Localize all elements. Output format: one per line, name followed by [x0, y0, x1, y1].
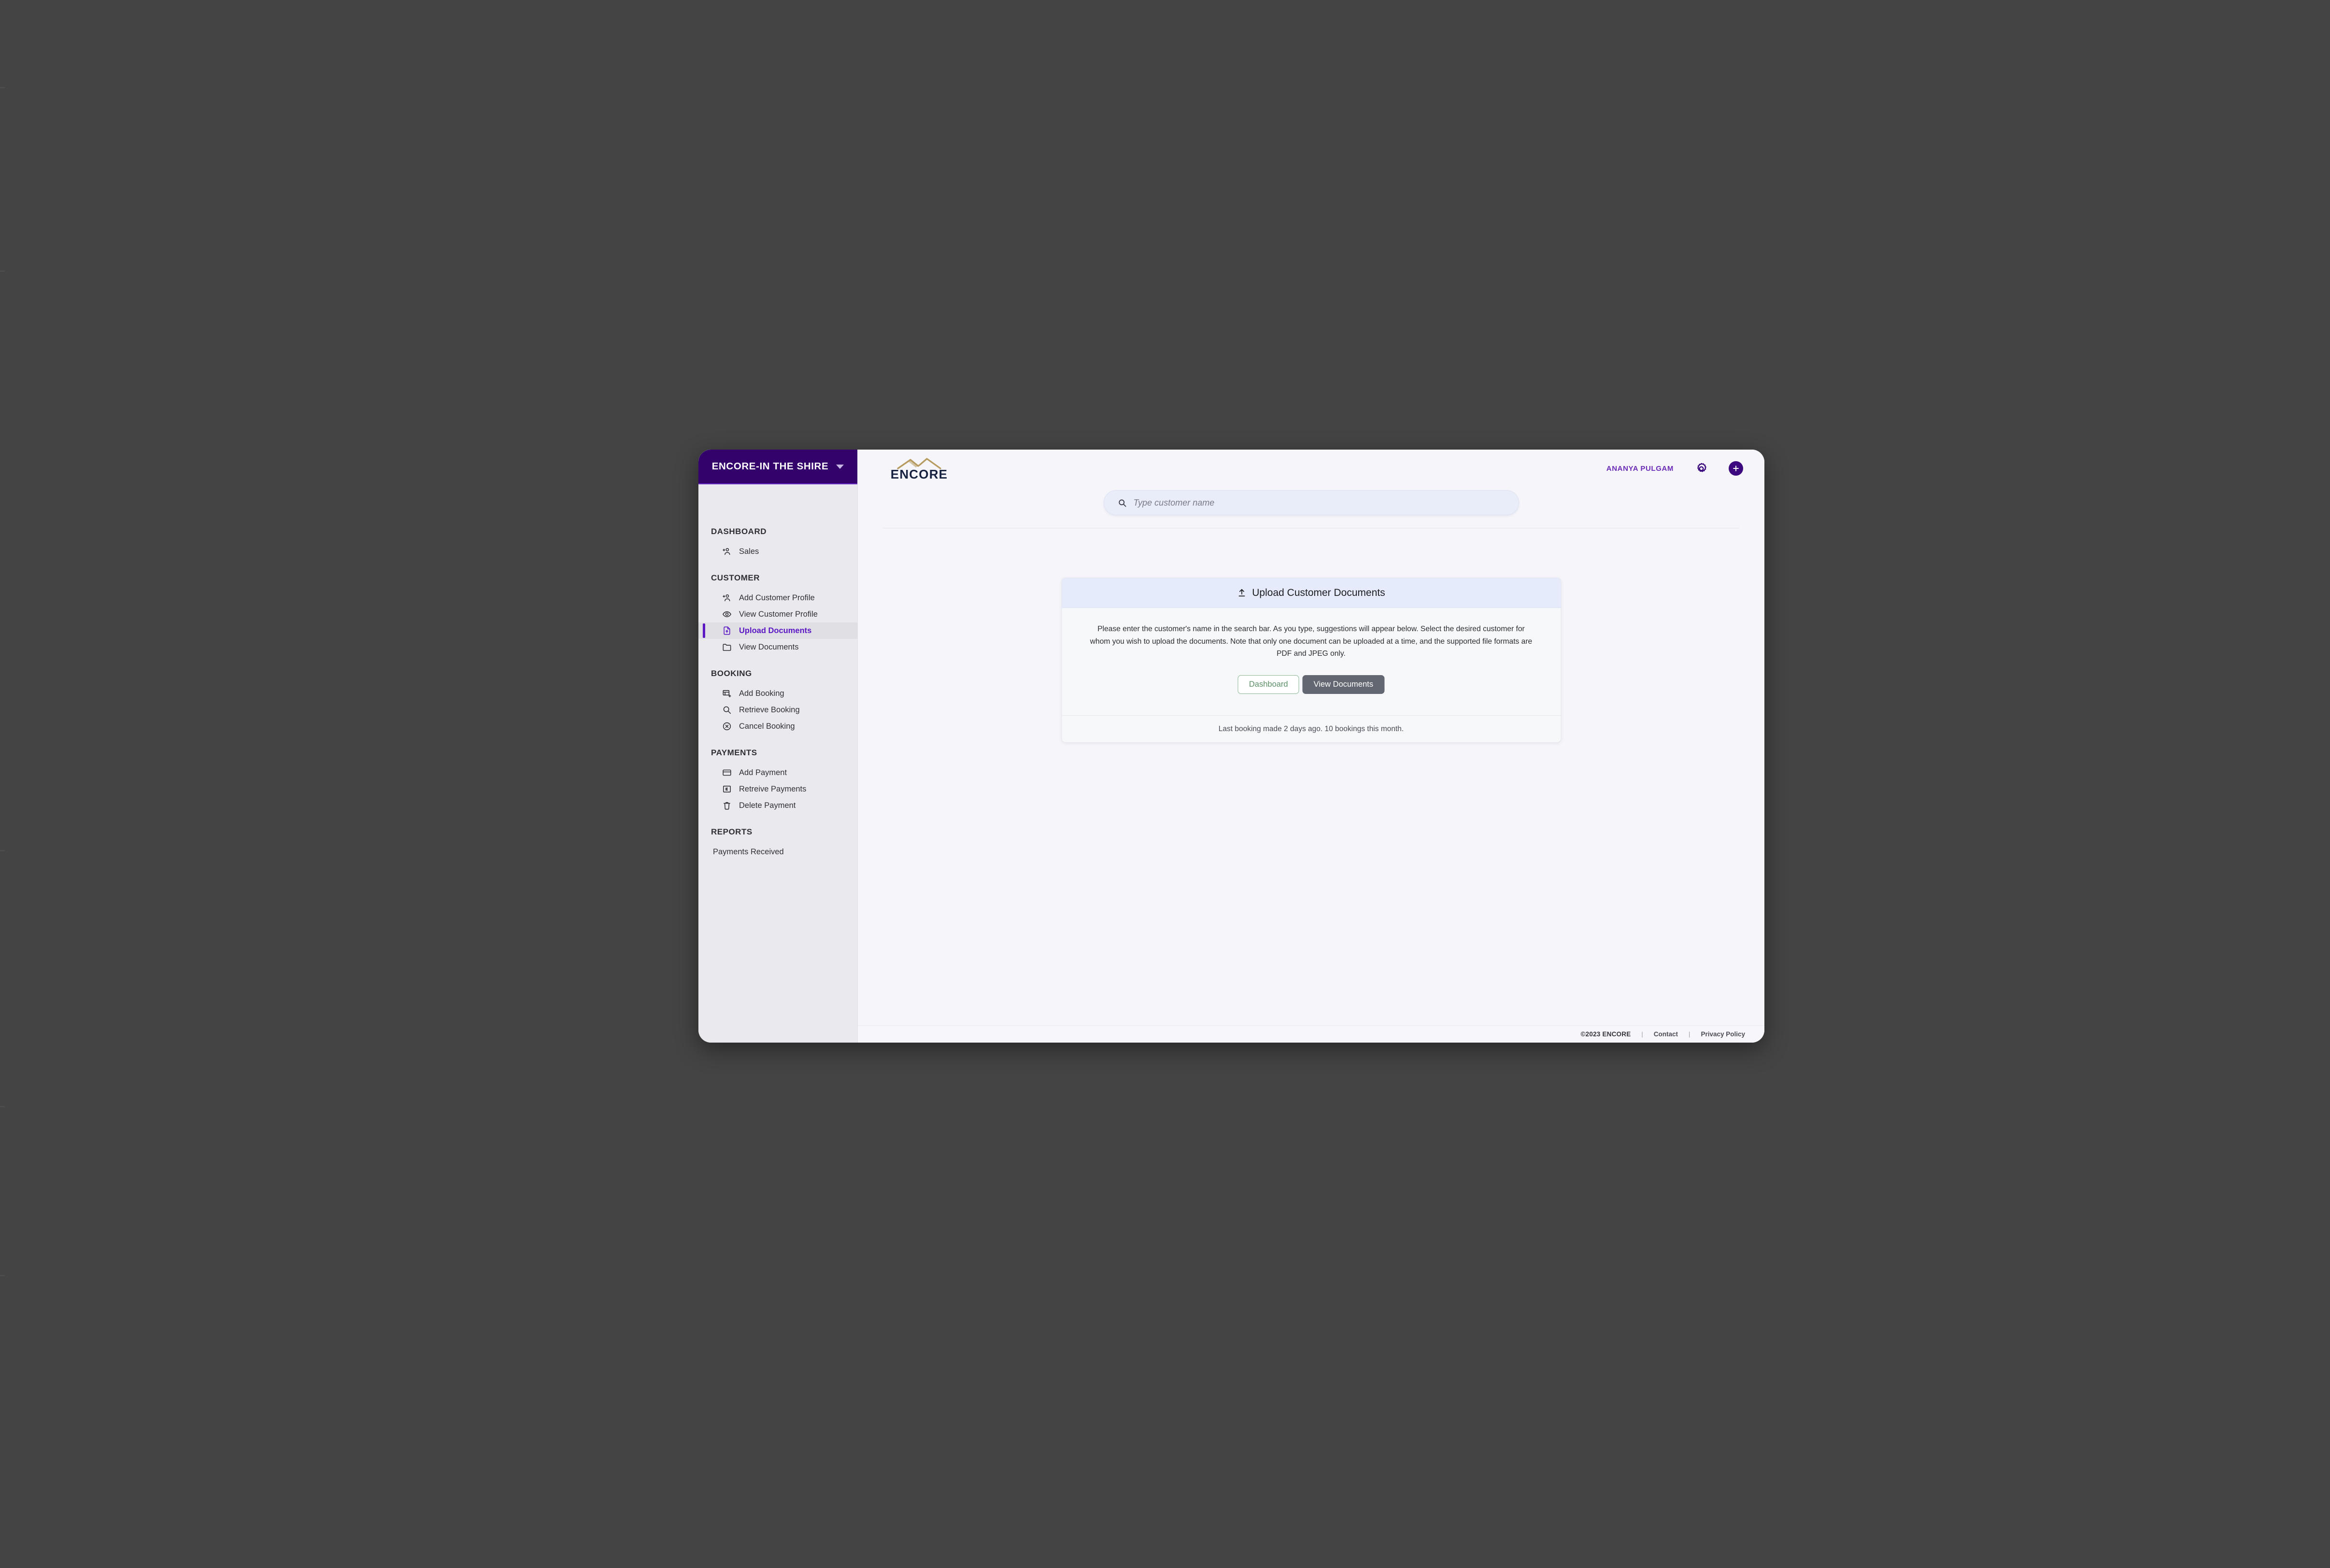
page-footer: ©2023 ENCORE | Contact | Privacy Policy [858, 1025, 1764, 1043]
sidebar-item-add-payment[interactable]: Add Payment [698, 764, 857, 781]
receipt-icon [722, 784, 732, 794]
booking-status-text: Last booking made 2 days ago. 10 booking… [1218, 724, 1404, 733]
footer-separator: | [1641, 1031, 1643, 1038]
sidebar-item-add-customer-profile[interactable]: Add Customer Profile [698, 590, 857, 606]
app-window: ENCORE-IN THE SHIRE DASHBOARD Sales CUSTOM… [698, 450, 1764, 1043]
person-add-icon [722, 546, 732, 557]
eye-icon [722, 609, 732, 620]
sidebar-group-label: DASHBOARD [711, 527, 767, 536]
search-box[interactable] [1103, 490, 1519, 515]
encore-logo: ENCORE [883, 457, 955, 480]
search-input[interactable] [1133, 497, 1505, 508]
sidebar-item-label: Cancel Booking [739, 721, 795, 731]
logo-wordmark: ENCORE [890, 466, 948, 481]
sidebar-nav: DASHBOARD Sales CUSTOMER Add Customer Profi… [698, 484, 857, 1043]
content-region: Upload Customer Documents Please enter t… [858, 528, 1764, 1025]
sidebar-item-view-documents[interactable]: View Documents [698, 639, 857, 655]
desktop-backdrop: ENCORE-IN THE SHIRE DASHBOARD Sales CUSTOM… [0, 0, 2330, 1568]
privacy-policy-link[interactable]: Privacy Policy [1701, 1031, 1745, 1038]
card-title: Upload Customer Documents [1252, 587, 1385, 598]
sidebar-item-label: Sales [739, 547, 759, 556]
sidebar-group-reports: REPORTS Payments Received [698, 827, 857, 860]
sidebar-item-cancel-booking[interactable]: Cancel Booking [698, 718, 857, 735]
sidebar-item-upload-documents[interactable]: Upload Documents [698, 622, 857, 639]
sidebar-item-view-customer-profile[interactable]: View Customer Profile [698, 606, 857, 622]
sidebar-item-label: View Documents [739, 642, 799, 651]
sidebar-item-label: Retreive Payments [739, 784, 807, 793]
desktop-seam [0, 1106, 5, 1107]
sidebar-group-label: PAYMENTS [711, 748, 757, 757]
sidebar-item-retrieve-booking[interactable]: Retrieve Booking [698, 702, 857, 718]
search-icon [1118, 498, 1127, 508]
booking-add-icon [722, 688, 732, 699]
desktop-seam [0, 270, 5, 272]
sidebar-group-customer: CUSTOMER Add Customer Profile View Custome… [698, 573, 857, 655]
sidebar: ENCORE-IN THE SHIRE DASHBOARD Sales CUSTOM… [698, 450, 858, 1043]
main-area: ENCORE ANANYA PULGAM Type customer name … [858, 450, 1764, 1043]
brand-title: ENCORE-IN THE SHIRE [711, 461, 829, 472]
footer-separator: | [1689, 1031, 1691, 1038]
gear-icon[interactable] [1694, 461, 1708, 476]
view-documents-button[interactable]: View Documents [1302, 675, 1385, 694]
sidebar-item-label: Add Payment [739, 768, 787, 777]
user-name[interactable]: ANANYA PULGAM [1606, 465, 1674, 473]
search-icon [722, 705, 732, 715]
plus-icon [1733, 466, 1739, 471]
sidebar-item-label: Add Booking [739, 689, 784, 698]
sidebar-group-payments: PAYMENTS Add Payment Retreive Payments Dele… [698, 748, 857, 814]
desktop-seam [0, 87, 5, 88]
credit-card-icon [722, 767, 732, 778]
contact-link[interactable]: Contact [1654, 1031, 1678, 1038]
sidebar-item-add-booking[interactable]: Add Booking [698, 685, 857, 702]
sidebar-group-booking: BOOKING Add Booking Retrieve Booking Cancel… [698, 669, 857, 735]
card-body: Please enter the customer's name in the … [1062, 608, 1561, 716]
trash-icon [722, 800, 732, 811]
card-description: Please enter the customer's name in the … [1090, 625, 1533, 658]
sidebar-item-label: Retrieve Booking [739, 705, 800, 714]
sidebar-group-label: BOOKING [711, 669, 752, 678]
folder-icon [722, 642, 732, 652]
sidebar-item-sales[interactable]: Sales [698, 543, 857, 560]
card-footer: Last booking made 2 days ago. 10 booking… [1062, 715, 1561, 743]
file-upload-icon [722, 625, 732, 636]
sidebar-item-label: View Customer Profile [739, 609, 818, 619]
person-add-icon [722, 593, 732, 603]
sidebar-item-label: Delete Payment [739, 801, 796, 810]
desktop-seam [0, 850, 5, 851]
sidebar-group-dashboard: DASHBOARD Sales [698, 527, 857, 560]
sidebar-group-label: REPORTS [711, 827, 753, 836]
copyright-text: ©2023 ENCORE [1580, 1031, 1631, 1038]
sidebar-item-delete-payment[interactable]: Delete Payment [698, 797, 857, 814]
sidebar-item-payments-received[interactable]: Payments Received [698, 844, 857, 860]
sidebar-item-label: Payments Received [713, 847, 784, 856]
add-button[interactable] [1729, 461, 1743, 476]
upload-icon [1237, 588, 1246, 597]
sidebar-item-label: Add Customer Profile [739, 593, 815, 602]
sidebar-item-retreive-payments[interactable]: Retreive Payments [698, 781, 857, 797]
chevron-down-icon [836, 464, 844, 469]
card-header: Upload Customer Documents [1062, 578, 1561, 608]
card-actions: Dashboard View Documents [1090, 660, 1533, 716]
sidebar-item-label: Upload Documents [739, 626, 812, 635]
top-header: ENCORE ANANYA PULGAM [858, 450, 1764, 487]
brand-selector[interactable]: ENCORE-IN THE SHIRE [698, 450, 857, 484]
circle-x-icon [722, 721, 732, 732]
search-row [858, 487, 1764, 515]
dashboard-button[interactable]: Dashboard [1237, 675, 1299, 694]
upload-documents-card: Upload Customer Documents Please enter t… [1061, 578, 1561, 743]
desktop-seam [0, 1275, 5, 1276]
sidebar-group-label: CUSTOMER [711, 573, 760, 582]
